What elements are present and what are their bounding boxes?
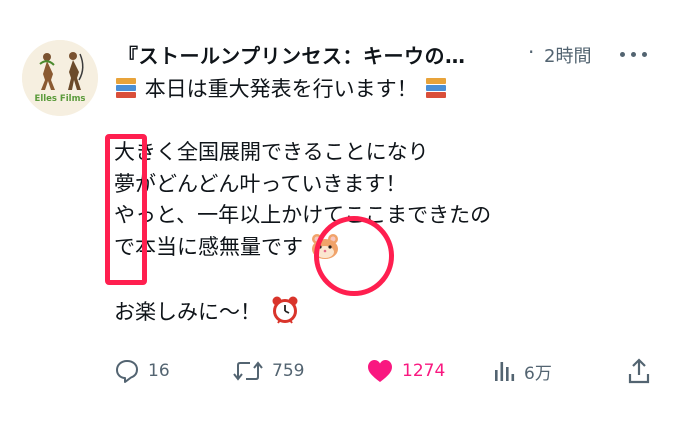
tweet-header: 『ストールンプリンセス：キーウの… · 2時間 [118,36,658,72]
announcement-text: 本日は重大発表を行います！ [144,77,418,101]
tweet-text: 本日は重大発表を行います！ 大きく全国展開できることになり 夢がどんどん叶ってい… [114,74,664,326]
elles-films-logo: Elles Films [22,40,98,116]
text-line-3: 夢がどんどん叶っていきます！ [114,171,407,196]
views-button[interactable]: 6万 [492,354,552,388]
separator-dot: · [528,40,535,64]
share-button[interactable] [626,354,652,388]
text-line-4: やっと、一年以上かけてここまできたの [114,203,492,227]
repost-icon [233,361,263,381]
reply-count: 16 [148,361,170,381]
reply-button[interactable]: 16 [114,354,170,388]
avatar[interactable]: Elles Films [22,40,98,116]
more-options-button[interactable] [618,40,650,68]
views-icon [495,362,515,381]
highlight-circle [314,216,394,296]
more-icon [620,52,625,57]
like-count: 1274 [402,361,446,381]
like-button[interactable]: 1274 [366,354,445,388]
like-icon [368,360,392,382]
books-emoji [424,76,448,100]
repost-count: 759 [272,361,305,381]
svg-text:Elles Films: Elles Films [35,94,86,104]
post-time[interactable]: 2時間 [544,42,591,68]
tweet-card[interactable]: Elles Films 『ストールンプリンセス：キーウの… · 2時間 本日は重… [0,0,680,422]
action-bar: 16 759 1274 6万 [114,354,670,388]
text-line-6: お楽しみに〜！ [114,295,664,327]
highlight-rectangle [105,134,147,285]
author-name[interactable]: 『ストールンプリンセス：キーウの… [118,40,466,69]
text-line-2: 大きく全国展開できることになり [114,140,429,164]
text-line-1: 本日は重大発表を行います！ [114,74,664,106]
reply-icon [116,360,138,383]
books-emoji [114,76,138,100]
views-count: 6万 [524,363,552,384]
repost-button[interactable]: 759 [232,354,304,388]
alarm-clock-emoji [270,295,300,325]
share-icon [628,358,650,384]
